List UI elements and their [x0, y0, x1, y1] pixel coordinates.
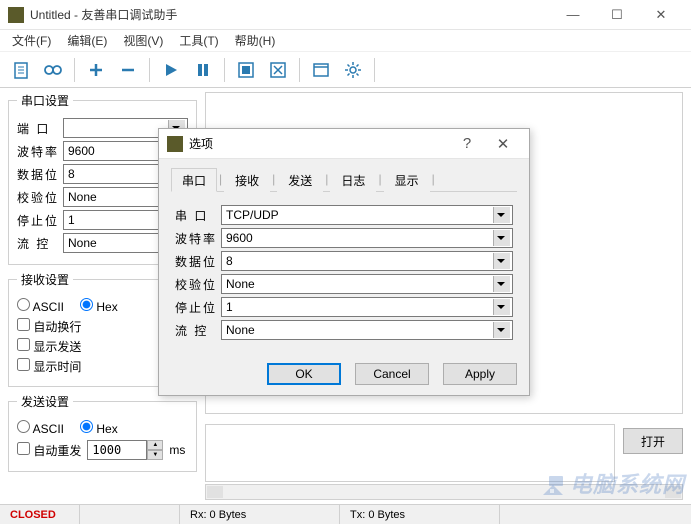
minimize-button[interactable]: — [551, 0, 595, 30]
dlg-stopbits-combo[interactable]: 1 [221, 297, 513, 317]
dlg-port-combo[interactable]: TCP/UDP [221, 205, 513, 225]
tab-send[interactable]: 发送 [277, 168, 323, 192]
dialog-help-button[interactable]: ? [449, 130, 485, 158]
spin-down-icon[interactable]: ▼ [147, 450, 163, 460]
send-hex-radio[interactable]: Hex [80, 420, 118, 436]
record-icon[interactable] [38, 56, 68, 84]
window-icon[interactable] [306, 56, 336, 84]
dialog-titlebar[interactable]: 选项 ? ✕ [159, 129, 529, 159]
ok-button[interactable]: OK [267, 363, 341, 385]
maximize-button[interactable]: ☐ [595, 0, 639, 30]
menubar: 文件(F) 编辑(E) 视图(V) 工具(T) 帮助(H) [0, 30, 691, 52]
show-time-check[interactable]: 显示时间 [17, 358, 81, 375]
new-file-icon[interactable] [6, 56, 36, 84]
app-icon [8, 7, 24, 23]
stop-icon[interactable] [231, 56, 261, 84]
send-ascii-radio[interactable]: ASCII [17, 420, 64, 436]
clear-icon[interactable] [263, 56, 293, 84]
menu-edit[interactable]: 编辑(E) [59, 30, 115, 51]
dialog-close-button[interactable]: ✕ [485, 130, 521, 158]
menu-file[interactable]: 文件(F) [4, 30, 59, 51]
dlg-flow-label: 流 控 [175, 322, 217, 339]
status-rx: Rx: 0 Bytes [180, 505, 340, 524]
tab-display[interactable]: 显示 [384, 168, 430, 192]
auto-wrap-check[interactable]: 自动换行 [17, 318, 81, 335]
ms-label: ms [169, 443, 185, 457]
cancel-button[interactable]: Cancel [355, 363, 429, 385]
baud-label: 波特率 [17, 143, 59, 160]
close-button[interactable]: ✕ [639, 0, 683, 30]
status-tx: Tx: 0 Bytes [340, 505, 500, 524]
play-icon[interactable] [156, 56, 186, 84]
open-button[interactable]: 打开 [623, 428, 683, 454]
statusbar: CLOSED Rx: 0 Bytes Tx: 0 Bytes [0, 504, 691, 524]
spin-up-icon[interactable]: ▲ [147, 440, 163, 450]
resend-interval-spinner[interactable]: ▲▼ [87, 440, 163, 460]
dlg-parity-label: 校验位 [175, 276, 217, 293]
show-send-check[interactable]: 显示发送 [17, 338, 81, 355]
recv-hex-radio[interactable]: Hex [80, 298, 118, 314]
dialog-tabbar: 串口 | 接收 | 发送 | 日志 | 显示 | [171, 167, 517, 192]
tab-serial[interactable]: 串口 [171, 168, 217, 192]
menu-help[interactable]: 帮助(H) [227, 30, 284, 51]
status-connection: CLOSED [0, 505, 80, 524]
plus-icon[interactable] [81, 56, 111, 84]
port-label: 端 口 [17, 120, 59, 137]
auto-resend-check[interactable]: 自动重发 [17, 442, 81, 459]
dlg-databits-label: 数据位 [175, 253, 217, 270]
window-title: Untitled - 友善串口调试助手 [30, 6, 551, 23]
dlg-baud-combo[interactable]: 9600 [221, 228, 513, 248]
flow-label: 流 控 [17, 235, 59, 252]
tab-recv[interactable]: 接收 [224, 168, 270, 192]
recv-settings-legend: 接收设置 [17, 271, 73, 288]
minus-icon[interactable] [113, 56, 143, 84]
options-dialog: 选项 ? ✕ 串口 | 接收 | 发送 | 日志 | 显示 | 串 口TCP/U… [158, 128, 530, 396]
send-settings-group: 发送设置 ASCII Hex 自动重发 ▲▼ ms [8, 393, 197, 472]
gear-icon[interactable] [338, 56, 368, 84]
serial-settings-legend: 串口设置 [17, 92, 73, 109]
databits-label: 数据位 [17, 166, 59, 183]
menu-tools[interactable]: 工具(T) [171, 30, 226, 51]
horizontal-scrollbar[interactable] [205, 484, 683, 500]
tab-log[interactable]: 日志 [330, 168, 376, 192]
recv-ascii-radio[interactable]: ASCII [17, 298, 64, 314]
dlg-baud-label: 波特率 [175, 230, 217, 247]
dialog-icon [167, 136, 183, 152]
dlg-flow-combo[interactable]: None [221, 320, 513, 340]
send-settings-legend: 发送设置 [17, 393, 73, 410]
dlg-databits-combo[interactable]: 8 [221, 251, 513, 271]
dlg-parity-combo[interactable]: None [221, 274, 513, 294]
send-textbox[interactable] [205, 424, 615, 482]
status-port [80, 505, 180, 524]
stopbits-label: 停止位 [17, 212, 59, 229]
apply-button[interactable]: Apply [443, 363, 517, 385]
dlg-stopbits-label: 停止位 [175, 299, 217, 316]
dlg-port-label: 串 口 [175, 207, 217, 224]
toolbar [0, 52, 691, 88]
menu-view[interactable]: 视图(V) [115, 30, 171, 51]
dialog-title: 选项 [189, 135, 449, 152]
parity-label: 校验位 [17, 189, 59, 206]
pause-icon[interactable] [188, 56, 218, 84]
titlebar: Untitled - 友善串口调试助手 — ☐ ✕ [0, 0, 691, 30]
